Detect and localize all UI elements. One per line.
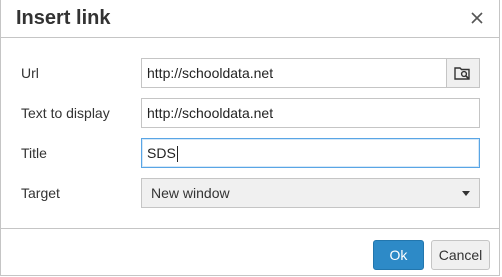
caret-down-icon <box>462 191 470 196</box>
cancel-button[interactable]: Cancel <box>431 240 490 270</box>
url-input[interactable]: http://schooldata.net <box>141 58 447 88</box>
title-input[interactable]: SDS <box>141 138 480 168</box>
dialog-title: Insert link <box>16 7 111 29</box>
ok-button[interactable]: Ok <box>373 240 424 270</box>
target-label: Target <box>21 185 60 201</box>
text-to-display-label: Text to display <box>21 105 110 121</box>
dialog-header: Insert link <box>1 0 499 38</box>
target-row: Target New window <box>1 178 499 208</box>
text-row: Text to display http://schooldata.net <box>1 98 499 128</box>
target-selected-value: New window <box>151 185 230 201</box>
target-select[interactable]: New window <box>141 178 480 208</box>
title-input-value: SDS <box>147 145 176 161</box>
dialog-footer: Ok Cancel <box>1 228 499 276</box>
text-to-display-input[interactable]: http://schooldata.net <box>141 98 480 128</box>
close-button[interactable] <box>467 6 487 30</box>
title-label: Title <box>21 145 47 161</box>
insert-link-dialog: Insert link Url http://schooldata.net Te… <box>0 0 500 276</box>
text-caret <box>176 146 178 163</box>
browse-search-icon <box>454 67 470 80</box>
close-icon <box>471 12 483 24</box>
title-row: Title SDS <box>1 138 499 168</box>
url-label: Url <box>21 65 39 81</box>
browse-button[interactable] <box>446 58 480 88</box>
url-row: Url http://schooldata.net <box>1 58 499 88</box>
